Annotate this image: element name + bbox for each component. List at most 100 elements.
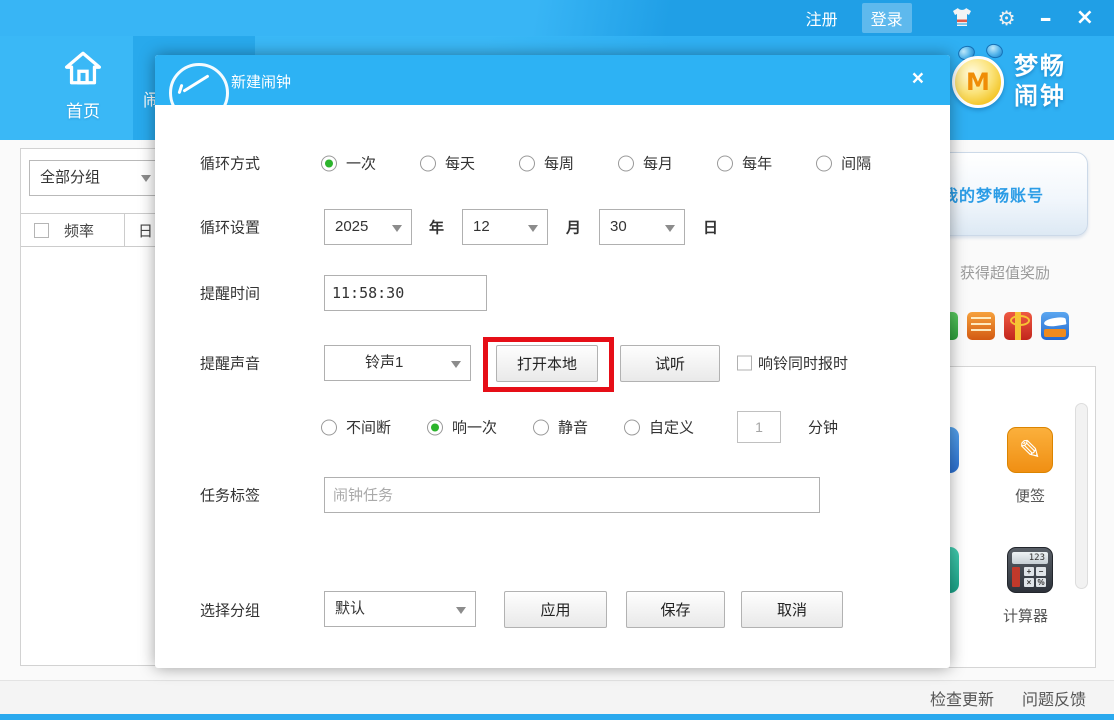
sticky-note-icon[interactable]: ✎ — [1007, 427, 1053, 473]
group-select[interactable]: 默认 — [324, 591, 476, 627]
register-link[interactable]: 注册 — [806, 6, 838, 30]
radio-dot — [519, 155, 535, 171]
reward-icons-row — [930, 312, 1069, 340]
radio-dot — [816, 155, 832, 171]
unit-month: 月 — [566, 217, 581, 238]
radio-dot — [321, 419, 337, 435]
dialog-titlebar: 新建闹钟 × — [155, 55, 950, 105]
row-sound: 提醒声音 铃声1 打开本地 试听 响铃同时报时 — [155, 343, 950, 383]
ring-mode-radios: 不间断 响一次 静音 自定义 — [321, 417, 694, 438]
tab-home-label: 首页 — [52, 97, 114, 122]
calculator-icon[interactable]: 123 + − × % — [1007, 547, 1053, 593]
row-ring-mode: 不间断 响一次 静音 自定义 分钟 — [155, 407, 950, 447]
dialog-close-button[interactable]: × — [912, 68, 924, 89]
sound-label: 提醒声音 — [200, 353, 260, 374]
settings-gear-icon[interactable]: ⚙ — [998, 8, 1016, 28]
preview-button[interactable]: 试听 — [620, 345, 720, 382]
chevron-down-icon — [392, 225, 402, 232]
task-label: 任务标签 — [200, 485, 260, 506]
loop-mode-radios: 一次 每天 每周 每月 每年 间隔 — [321, 153, 871, 174]
travel-icon[interactable] — [1041, 312, 1069, 340]
chevron-down-icon — [141, 175, 151, 182]
login-button[interactable]: 登录 — [862, 3, 912, 33]
close-button[interactable]: × — [1076, 7, 1094, 29]
skin-icon[interactable] — [950, 6, 974, 31]
rewards-hint: 获得超值奖励 — [960, 262, 1090, 283]
row-task: 任务标签 — [155, 475, 950, 515]
radio-dot — [420, 155, 436, 171]
calculator-display: 123 — [1012, 552, 1048, 564]
chevron-down-icon — [528, 225, 538, 232]
radio-once[interactable]: 一次 — [321, 153, 376, 174]
radio-weekly[interactable]: 每周 — [519, 153, 574, 174]
radio-dot — [624, 419, 640, 435]
feedback-link[interactable]: 问题反馈 — [1022, 686, 1086, 710]
radio-dot — [618, 155, 634, 171]
radio-daily[interactable]: 每天 — [420, 153, 475, 174]
group-filter-select[interactable]: 全部分组 — [29, 160, 161, 196]
unit-year: 年 — [429, 217, 444, 238]
dialog-title: 新建闹钟 — [231, 71, 291, 92]
home-icon — [62, 50, 104, 86]
loop-setting-label: 循环设置 — [200, 217, 260, 238]
radio-dot — [427, 419, 443, 435]
chime-label: 响铃同时报时 — [758, 353, 848, 374]
abacus-icon[interactable] — [967, 312, 995, 340]
tab-home[interactable]: 首页 — [52, 50, 114, 122]
cancel-button[interactable]: 取消 — [741, 591, 843, 628]
loop-mode-label: 循环方式 — [200, 153, 260, 174]
clock-logo-icon: M — [952, 56, 1004, 108]
custom-minutes-input[interactable] — [737, 411, 781, 443]
row-group: 选择分组 默认 应用 保存 取消 — [155, 590, 950, 630]
chime-checkbox[interactable] — [737, 356, 752, 371]
column-date: 日 — [138, 220, 153, 241]
minimize-button[interactable]: – — [1040, 11, 1052, 25]
gift-icon[interactable] — [1004, 312, 1032, 340]
group-label: 选择分组 — [200, 600, 260, 621]
radio-yearly[interactable]: 每年 — [717, 153, 772, 174]
account-label: 我的梦畅账号 — [942, 182, 1044, 206]
open-local-button[interactable]: 打开本地 — [496, 345, 598, 382]
task-input[interactable] — [324, 477, 820, 513]
bottom-accent-strip — [0, 714, 1114, 720]
chevron-down-icon — [456, 607, 466, 614]
row-loop-setting: 循环设置 2025 年 12 月 30 日 — [155, 207, 950, 247]
pencil-icon: ✎ — [1019, 435, 1042, 466]
save-button[interactable]: 保存 — [626, 591, 725, 628]
day-select[interactable]: 30 — [599, 209, 685, 245]
ringtone-select[interactable]: 铃声1 — [324, 345, 471, 381]
app-logo-text: 梦畅 闹钟 — [1014, 52, 1066, 112]
shirt-icon — [950, 6, 974, 28]
new-alarm-dialog: 新建闹钟 × 循环方式 一次 每天 每周 每月 每年 — [155, 55, 950, 668]
chevron-down-icon — [451, 361, 461, 368]
row-loop-mode: 循环方式 一次 每天 每周 每月 每年 — [155, 143, 950, 183]
check-update-link[interactable]: 检查更新 — [930, 686, 994, 710]
clock-outline-icon — [169, 63, 229, 105]
remind-time-input[interactable] — [324, 275, 487, 311]
month-select[interactable]: 12 — [462, 209, 548, 245]
year-select[interactable]: 2025 — [324, 209, 412, 245]
status-bar: 检查更新 问题反馈 — [0, 680, 1114, 714]
radio-ring-once[interactable]: 响一次 — [427, 417, 497, 438]
radio-dot — [321, 155, 337, 171]
sticky-note-label: 便签 — [1015, 485, 1045, 506]
radio-dot — [717, 155, 733, 171]
titlebar: 注册 登录 ⚙ – × — [0, 0, 1114, 36]
app-logo: M 梦畅 闹钟 — [950, 40, 1108, 136]
apply-button[interactable]: 应用 — [504, 591, 607, 628]
remind-time-label: 提醒时间 — [200, 283, 260, 304]
column-frequency: 频率 — [64, 220, 94, 241]
radio-interval[interactable]: 间隔 — [816, 153, 871, 174]
radio-monthly[interactable]: 每月 — [618, 153, 673, 174]
column-divider — [124, 213, 125, 247]
tools-scrollbar[interactable] — [1075, 403, 1088, 589]
select-all-checkbox[interactable] — [34, 223, 49, 238]
chevron-down-icon — [665, 225, 675, 232]
row-remind-time: 提醒时间 — [155, 273, 950, 313]
radio-silent[interactable]: 静音 — [533, 417, 588, 438]
radio-dot — [533, 419, 549, 435]
calculator-label: 计算器 — [1003, 605, 1048, 626]
radio-continuous[interactable]: 不间断 — [321, 417, 391, 438]
radio-custom[interactable]: 自定义 — [624, 417, 694, 438]
custom-minutes-unit: 分钟 — [808, 417, 838, 438]
